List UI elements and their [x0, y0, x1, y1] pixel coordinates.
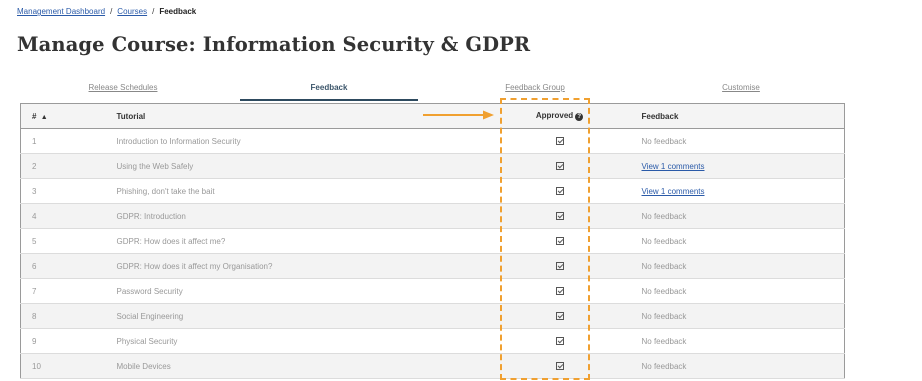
column-header-number-label: #	[32, 111, 37, 121]
view-comments-link[interactable]: View 1 comments	[642, 187, 705, 196]
breadcrumb-separator: /	[152, 7, 155, 16]
feedback-cell: No feedback	[638, 128, 845, 154]
tutorials-table: # ▲ Tutorial Approved? Feedback 1 Introdu…	[20, 103, 845, 379]
feedback-cell: No feedback	[638, 203, 845, 229]
breadcrumb-link-management-dashboard[interactable]: Management Dashboard	[17, 7, 105, 16]
row-number: 3	[20, 178, 101, 204]
approved-cell	[480, 178, 639, 204]
feedback-cell: No feedback	[638, 253, 845, 279]
breadcrumb-link-courses[interactable]: Courses	[117, 7, 147, 16]
approved-cell	[480, 253, 639, 279]
column-header-approved: Approved?	[480, 103, 639, 129]
table-row: 5 GDPR: How does it affect me? No feedback	[20, 228, 845, 254]
feedback-cell: No feedback	[638, 353, 845, 379]
feedback-cell: No feedback	[638, 303, 845, 329]
feedback-cell: No feedback	[638, 228, 845, 254]
approved-cell	[480, 203, 639, 229]
no-feedback-text: No feedback	[641, 286, 687, 296]
row-number: 10	[20, 353, 101, 379]
column-header-approved-label: Approved	[535, 111, 574, 120]
sort-ascending-icon[interactable]: ▲	[41, 114, 48, 121]
approved-checkbox[interactable]	[555, 137, 564, 146]
approved-checkbox[interactable]	[555, 287, 564, 296]
view-comments-link[interactable]: View 1 comments	[642, 162, 705, 171]
tab-feedback[interactable]: Feedback	[226, 79, 432, 102]
row-number: 1	[20, 128, 101, 154]
row-number: 4	[20, 203, 101, 229]
page-title: Manage Course: Information Security & GD…	[17, 33, 531, 56]
approved-checkbox[interactable]	[555, 362, 564, 371]
no-feedback-text: No feedback	[641, 261, 687, 271]
row-number: 6	[20, 253, 101, 279]
tutorial-title: Password Security	[100, 278, 481, 304]
annotation-arrow-icon	[423, 110, 494, 120]
approved-checkbox[interactable]	[555, 237, 564, 246]
row-number: 7	[20, 278, 101, 304]
tutorial-title: Mobile Devices	[100, 353, 481, 379]
breadcrumb-separator: /	[110, 7, 113, 16]
no-feedback-text: No feedback	[641, 236, 687, 246]
approved-cell	[480, 128, 639, 154]
approved-checkbox[interactable]	[555, 187, 564, 196]
table-row: 1 Introduction to Information Security No …	[20, 128, 845, 154]
column-header-number[interactable]: # ▲	[20, 103, 101, 129]
table-row: 9 Physical Security No feedback	[20, 328, 845, 354]
column-header-feedback: Feedback	[638, 103, 845, 129]
tab-feedback-group[interactable]: Feedback Group	[432, 79, 638, 102]
table-row: 3 Phishing, don't take the bait View 1 com…	[20, 178, 845, 204]
approved-cell	[480, 303, 639, 329]
table-row: 7 Password Security No feedback	[20, 278, 845, 304]
feedback-cell: No feedback	[638, 328, 845, 354]
row-number: 8	[20, 303, 101, 329]
table-row: 4 GDPR: Introduction No feedback	[20, 203, 845, 229]
tab-bar: Release Schedules Feedback Feedback Grou…	[20, 79, 844, 102]
tab-release-schedules[interactable]: Release Schedules	[20, 79, 226, 102]
tutorial-title: GDPR: How does it affect my Organisation…	[100, 253, 481, 279]
approved-cell	[480, 153, 639, 179]
table-row: 10 Mobile Devices No feedback	[20, 353, 845, 379]
approved-cell	[480, 278, 639, 304]
no-feedback-text: No feedback	[641, 336, 687, 346]
feedback-cell: View 1 comments	[638, 153, 845, 179]
tutorial-title: Introduction to Information Security	[100, 128, 481, 154]
tutorial-title: GDPR: How does it affect me?	[100, 228, 481, 254]
row-number: 2	[20, 153, 101, 179]
tutorial-title: Using the Web Safely	[100, 153, 481, 179]
approved-checkbox[interactable]	[555, 212, 564, 221]
tutorial-title: GDPR: Introduction	[100, 203, 481, 229]
table-row: 6 GDPR: How does it affect my Organisatio…	[20, 253, 845, 279]
row-number: 5	[20, 228, 101, 254]
feedback-cell: View 1 comments	[638, 178, 845, 204]
no-feedback-text: No feedback	[641, 361, 687, 371]
table-row: 2 Using the Web Safely View 1 comments	[20, 153, 845, 179]
breadcrumb-current: Feedback	[159, 7, 197, 16]
no-feedback-text: No feedback	[641, 136, 687, 146]
no-feedback-text: No feedback	[641, 311, 687, 321]
no-feedback-text: No feedback	[641, 211, 687, 221]
approved-cell	[480, 328, 639, 354]
approved-checkbox[interactable]	[555, 312, 564, 321]
approved-checkbox[interactable]	[555, 337, 564, 346]
help-icon[interactable]: ?	[575, 113, 584, 121]
approved-checkbox[interactable]	[555, 262, 564, 271]
feedback-cell: No feedback	[638, 278, 845, 304]
tutorial-title: Phishing, don't take the bait	[100, 178, 481, 204]
tab-customise[interactable]: Customise	[638, 79, 844, 102]
tutorial-title: Social Engineering	[100, 303, 481, 329]
breadcrumb: Management Dashboard / Courses / Feedback	[17, 7, 196, 16]
approved-cell	[480, 353, 639, 379]
approved-checkbox[interactable]	[555, 162, 564, 171]
tutorial-title: Physical Security	[100, 328, 481, 354]
approved-cell	[480, 228, 639, 254]
table-row: 8 Social Engineering No feedback	[20, 303, 845, 329]
row-number: 9	[20, 328, 101, 354]
